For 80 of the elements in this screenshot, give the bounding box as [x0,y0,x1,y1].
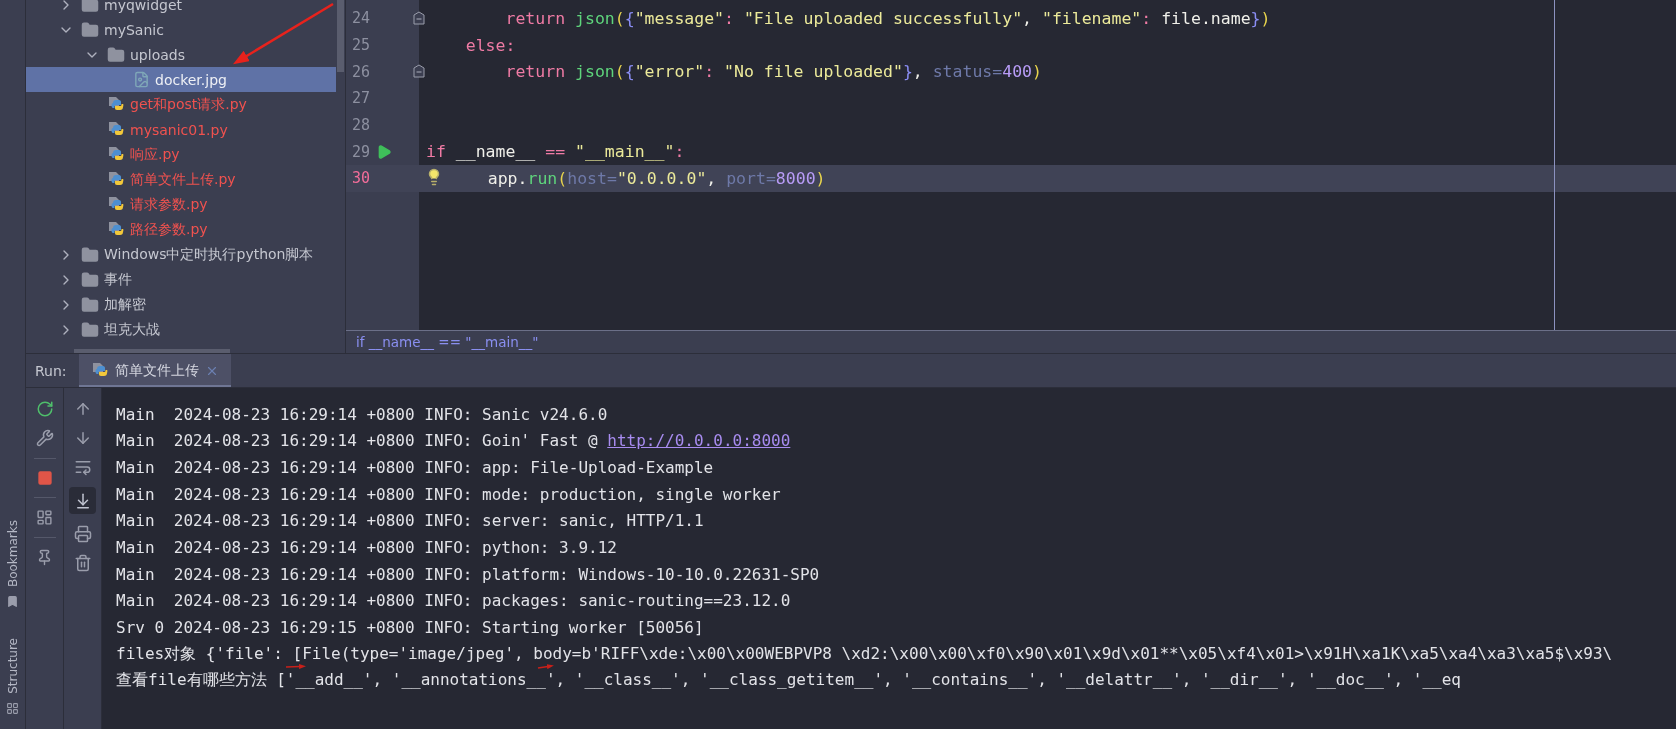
folder-icon [81,0,99,14]
code-line: return json({"error": "No file uploaded"}, status=400) [504,62,1042,82]
tree-item[interactable]: mysanic01.py [26,117,336,142]
fold-marker-icon[interactable] [413,64,425,79]
bookmark-icon [6,595,19,609]
line-number: 27 [352,89,372,108]
line-number: 30 [352,169,372,188]
tree-item[interactable]: 请求参数.py [26,192,336,217]
tree-item-label: mySanic [104,21,164,38]
scroll-to-end-button[interactable] [69,487,96,514]
run-icon[interactable] [376,143,392,160]
console-line: files对象 {'file': [File(type='image/jpeg', body=b'RIFF\xde:\x00\x00WEBPVP8 \xd2:\x00\x00\xf0\x90\x01\x9d\x01**\x05\xf4\x01>\x91H\xa1K\xa5\xa4\xa3\xa5$\x93\ [116,644,1614,665]
code-line: app.run(host="0.0.0.0", port=8000) [486,168,826,188]
folder-icon [81,20,99,39]
tree-item-label: 路径参数.py [130,220,208,239]
annotation-arrow [537,664,554,670]
scrollbar-thumb[interactable] [337,0,344,72]
tree-item[interactable]: 简单文件上传.py [26,167,336,192]
console-line: Main 2024-08-23 16:29:14 +0800 INFO: packages: sanic-routing==23.12.0 [116,590,792,611]
trash-icon[interactable] [73,554,92,572]
line-number: 29 [352,142,372,161]
line-number: 25 [352,36,372,55]
console-line: Main 2024-08-23 16:29:14 +0800 INFO: platform: Windows-10-10.0.22631-SP0 [116,564,821,585]
folder-icon [81,270,99,289]
console-line: Main 2024-08-23 16:29:14 +0800 INFO: python: 3.9.12 [116,537,618,558]
stop-icon[interactable] [36,470,53,486]
console-line: 查看file有哪些方法 ['__add__', '__annotations__', '__class__', '__class_getitem__', '__contains__', '__delattr__', '__dir__', '__doc__', '__eq [116,670,1462,691]
run-label: Run: [34,361,68,381]
console-line: Srv 0 2024-08-23 16:29:15 +0800 INFO: Starting worker [50056] [116,617,705,638]
run-tab[interactable]: 简单文件上传 [78,354,231,387]
tree-item[interactable]: 事件 [26,267,336,292]
tree-item-label: 请求参数.py [130,195,208,214]
printer-icon[interactable] [73,525,92,543]
folder-icon [107,45,125,64]
layout-icon[interactable] [36,509,53,526]
console-line: Main 2024-08-23 16:29:14 +0800 INFO: Goin' Fast @ http://0.0.0.0:8000 [116,430,792,451]
tree-item[interactable]: uploads [26,42,336,67]
wrench-icon[interactable] [35,429,54,447]
tree-item[interactable]: 加解密 [26,292,336,317]
tree-item[interactable]: Windows中定时执行python脚本 [26,242,336,267]
line-number: 26 [352,62,372,81]
console-link[interactable]: http://0.0.0.0:8000 [607,431,791,451]
bookmarks-tab[interactable]: Bookmarks [5,520,20,588]
code-line: return json({"message": "File uploaded successfully", "filename": file.name}) [504,8,1271,28]
folder-icon [81,320,99,339]
rerun-icon[interactable] [35,400,54,418]
breadcrumb[interactable]: if __name__ == "__main__" [346,330,1676,353]
tree-item-label: 坦克大战 [104,320,160,339]
line-number: 24 [352,9,372,28]
code-line: else: [464,35,516,55]
tree-item[interactable]: mySanic [26,17,336,42]
code-line: if __name__ == "__main__": [426,142,685,162]
tree-item-label: uploads [130,46,185,63]
tree-item-label: get和post请求.py [130,95,247,114]
tree-item[interactable]: 路径参数.py [26,217,336,242]
structure-tab[interactable]: Structure [5,638,20,694]
folder-icon [81,295,99,314]
tree-item-label: 响应.py [130,145,180,164]
pin-icon[interactable] [36,549,53,566]
console-line: Main 2024-08-23 16:29:14 +0800 INFO: Sanic v24.6.0 [116,404,609,424]
tree-item-label: 加解密 [104,295,146,314]
console-line: Main 2024-08-23 16:29:14 +0800 INFO: server: sanic, HTTP/1.1 [116,510,705,531]
tree-item[interactable]: docker.jpg [26,67,336,92]
console-line: Main 2024-08-23 16:29:14 +0800 INFO: app: File-Upload-Example [116,457,715,478]
console-line: Main 2024-08-23 16:29:14 +0800 INFO: mode: production, single worker [116,484,782,505]
line-number: 28 [352,116,372,135]
fold-marker-icon[interactable] [413,11,425,25]
tree-item[interactable]: 坦克大战 [26,317,336,342]
structure-icon [6,701,19,715]
folder-icon [81,245,99,264]
tree-item-label: 事件 [104,270,132,289]
annotation-arrow [285,664,306,670]
tree-item[interactable]: 响应.py [26,142,336,167]
tree-item-label: docker.jpg [155,71,227,88]
tree-item-label: mysanic01.py [130,121,228,138]
tree-item-label: 简单文件上传.py [130,170,236,189]
tree-item-label: Windows中定时执行python脚本 [104,245,314,264]
soft-wrap-icon[interactable] [73,458,92,476]
image-file-icon [133,71,150,88]
tree-item[interactable]: get和post请求.py [26,92,336,117]
